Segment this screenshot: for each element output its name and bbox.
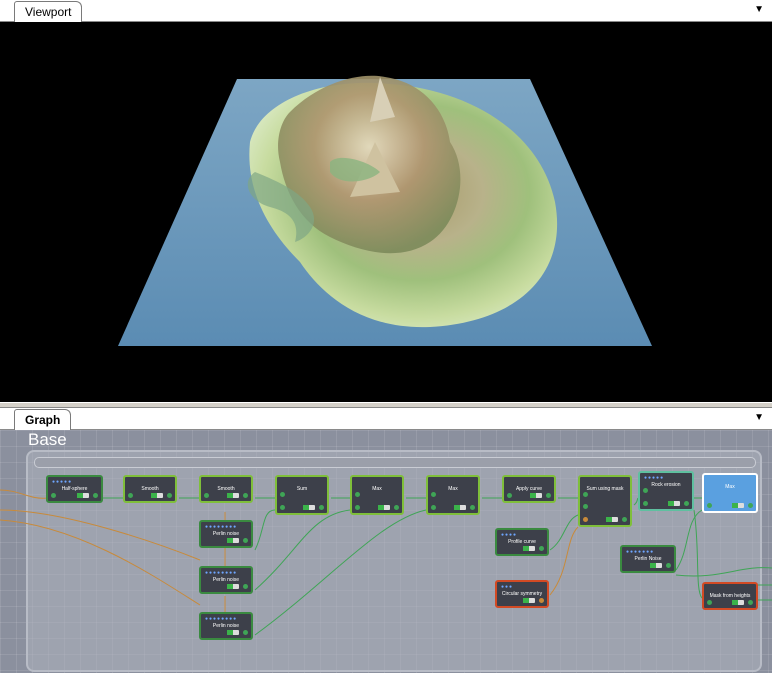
node-perlin-noise-4[interactable]: ●●●●●●● Perlin Noise (620, 545, 676, 573)
node-half-sphere[interactable]: ●●●●● Half-sphere (46, 475, 103, 503)
port-out[interactable] (539, 598, 544, 603)
port-out[interactable] (243, 493, 248, 498)
port-out[interactable] (93, 493, 98, 498)
port-in[interactable] (51, 493, 56, 498)
node-toggle[interactable] (523, 546, 535, 551)
node-toggle[interactable] (530, 493, 542, 498)
node-sum-using-mask[interactable]: Sum using mask (578, 475, 632, 527)
node-params-icon: ●●●●●●●● (205, 524, 238, 530)
port-in[interactable] (280, 505, 285, 510)
node-params-icon: ●●●●●●●● (205, 570, 238, 576)
node-params-icon: ●●●●●●● (626, 549, 655, 555)
node-circular-symmetry[interactable]: ●●● Circular symmetry (495, 580, 549, 608)
node-params-icon: ●●● (501, 584, 514, 590)
node-params-icon: ●●●● (501, 532, 518, 538)
node-mask-from-heights[interactable]: Mask from heights (702, 582, 758, 610)
node-params-icon: ●●●●● (644, 475, 665, 481)
port-in[interactable] (583, 492, 588, 497)
port-out[interactable] (622, 517, 627, 522)
node-toggle[interactable] (303, 505, 315, 510)
node-toggle[interactable] (227, 538, 239, 543)
node-max-1[interactable]: Max (350, 475, 404, 515)
port-out[interactable] (684, 501, 689, 506)
node-toggle[interactable] (227, 630, 239, 635)
node-params-icon: ●●●●●●●● (205, 616, 238, 622)
node-perlin-noise-2[interactable]: ●●●●●●●● Perlin noise (199, 566, 253, 594)
node-apply-curve[interactable]: Apply curve (502, 475, 556, 503)
node-graph-canvas[interactable]: Base ●●●●● Half-sphere Smooth Smooth Sum… (0, 430, 772, 673)
node-max-2[interactable]: Max (426, 475, 480, 515)
node-toggle[interactable] (732, 600, 744, 605)
tab-viewport[interactable]: Viewport (14, 1, 83, 22)
graph-menu-chevron-down-icon[interactable]: ▼ (754, 412, 764, 423)
port-in[interactable] (707, 600, 712, 605)
node-perlin-noise-3[interactable]: ●●●●●●●● Perlin noise (199, 612, 253, 640)
port-in[interactable] (643, 488, 648, 493)
port-in[interactable] (128, 493, 133, 498)
port-in[interactable] (280, 492, 285, 497)
terrain-render (118, 75, 652, 346)
viewport-menu-chevron-down-icon[interactable]: ▼ (754, 4, 764, 15)
node-toggle[interactable] (523, 598, 535, 603)
port-out[interactable] (666, 563, 671, 568)
node-smooth-1[interactable]: Smooth (123, 475, 177, 503)
node-toggle[interactable] (151, 493, 163, 498)
node-toggle[interactable] (606, 517, 618, 522)
node-toggle[interactable] (650, 563, 662, 568)
port-in[interactable] (204, 493, 209, 498)
port-in[interactable] (583, 504, 588, 509)
port-in[interactable] (643, 501, 648, 506)
port-in[interactable] (355, 492, 360, 497)
node-toggle[interactable] (668, 501, 680, 506)
port-out[interactable] (470, 505, 475, 510)
node-max-selected[interactable]: Max (702, 473, 758, 513)
viewport-tabbar: Viewport ▼ (0, 0, 772, 22)
port-out[interactable] (319, 505, 324, 510)
node-rock-erosion[interactable]: ●●●●● Rock erosion (638, 471, 694, 511)
port-out[interactable] (539, 546, 544, 551)
port-in[interactable] (355, 505, 360, 510)
port-out[interactable] (243, 538, 248, 543)
node-toggle[interactable] (454, 505, 466, 510)
port-in[interactable] (583, 517, 588, 522)
node-profile-curve[interactable]: ●●●● Profile curve (495, 528, 549, 556)
viewport-3d[interactable] (0, 22, 772, 402)
port-out[interactable] (243, 584, 248, 589)
port-in[interactable] (707, 503, 712, 508)
port-out[interactable] (748, 503, 753, 508)
graph-tabbar: Graph ▼ (0, 408, 772, 430)
node-smooth-2[interactable]: Smooth (199, 475, 253, 503)
port-in[interactable] (431, 505, 436, 510)
port-out[interactable] (546, 493, 551, 498)
port-out[interactable] (167, 493, 172, 498)
port-out[interactable] (394, 505, 399, 510)
port-in[interactable] (507, 493, 512, 498)
node-toggle[interactable] (77, 493, 89, 498)
port-out[interactable] (243, 630, 248, 635)
port-in[interactable] (431, 492, 436, 497)
node-toggle[interactable] (378, 505, 390, 510)
node-params-icon: ●●●●● (52, 479, 73, 485)
port-out[interactable] (748, 600, 753, 605)
node-perlin-noise-1[interactable]: ●●●●●●●● Perlin noise (199, 520, 253, 548)
node-toggle[interactable] (227, 493, 239, 498)
node-toggle[interactable] (732, 503, 744, 508)
node-toggle[interactable] (227, 584, 239, 589)
tab-graph[interactable]: Graph (14, 409, 72, 430)
node-sum[interactable]: Sum (275, 475, 329, 515)
